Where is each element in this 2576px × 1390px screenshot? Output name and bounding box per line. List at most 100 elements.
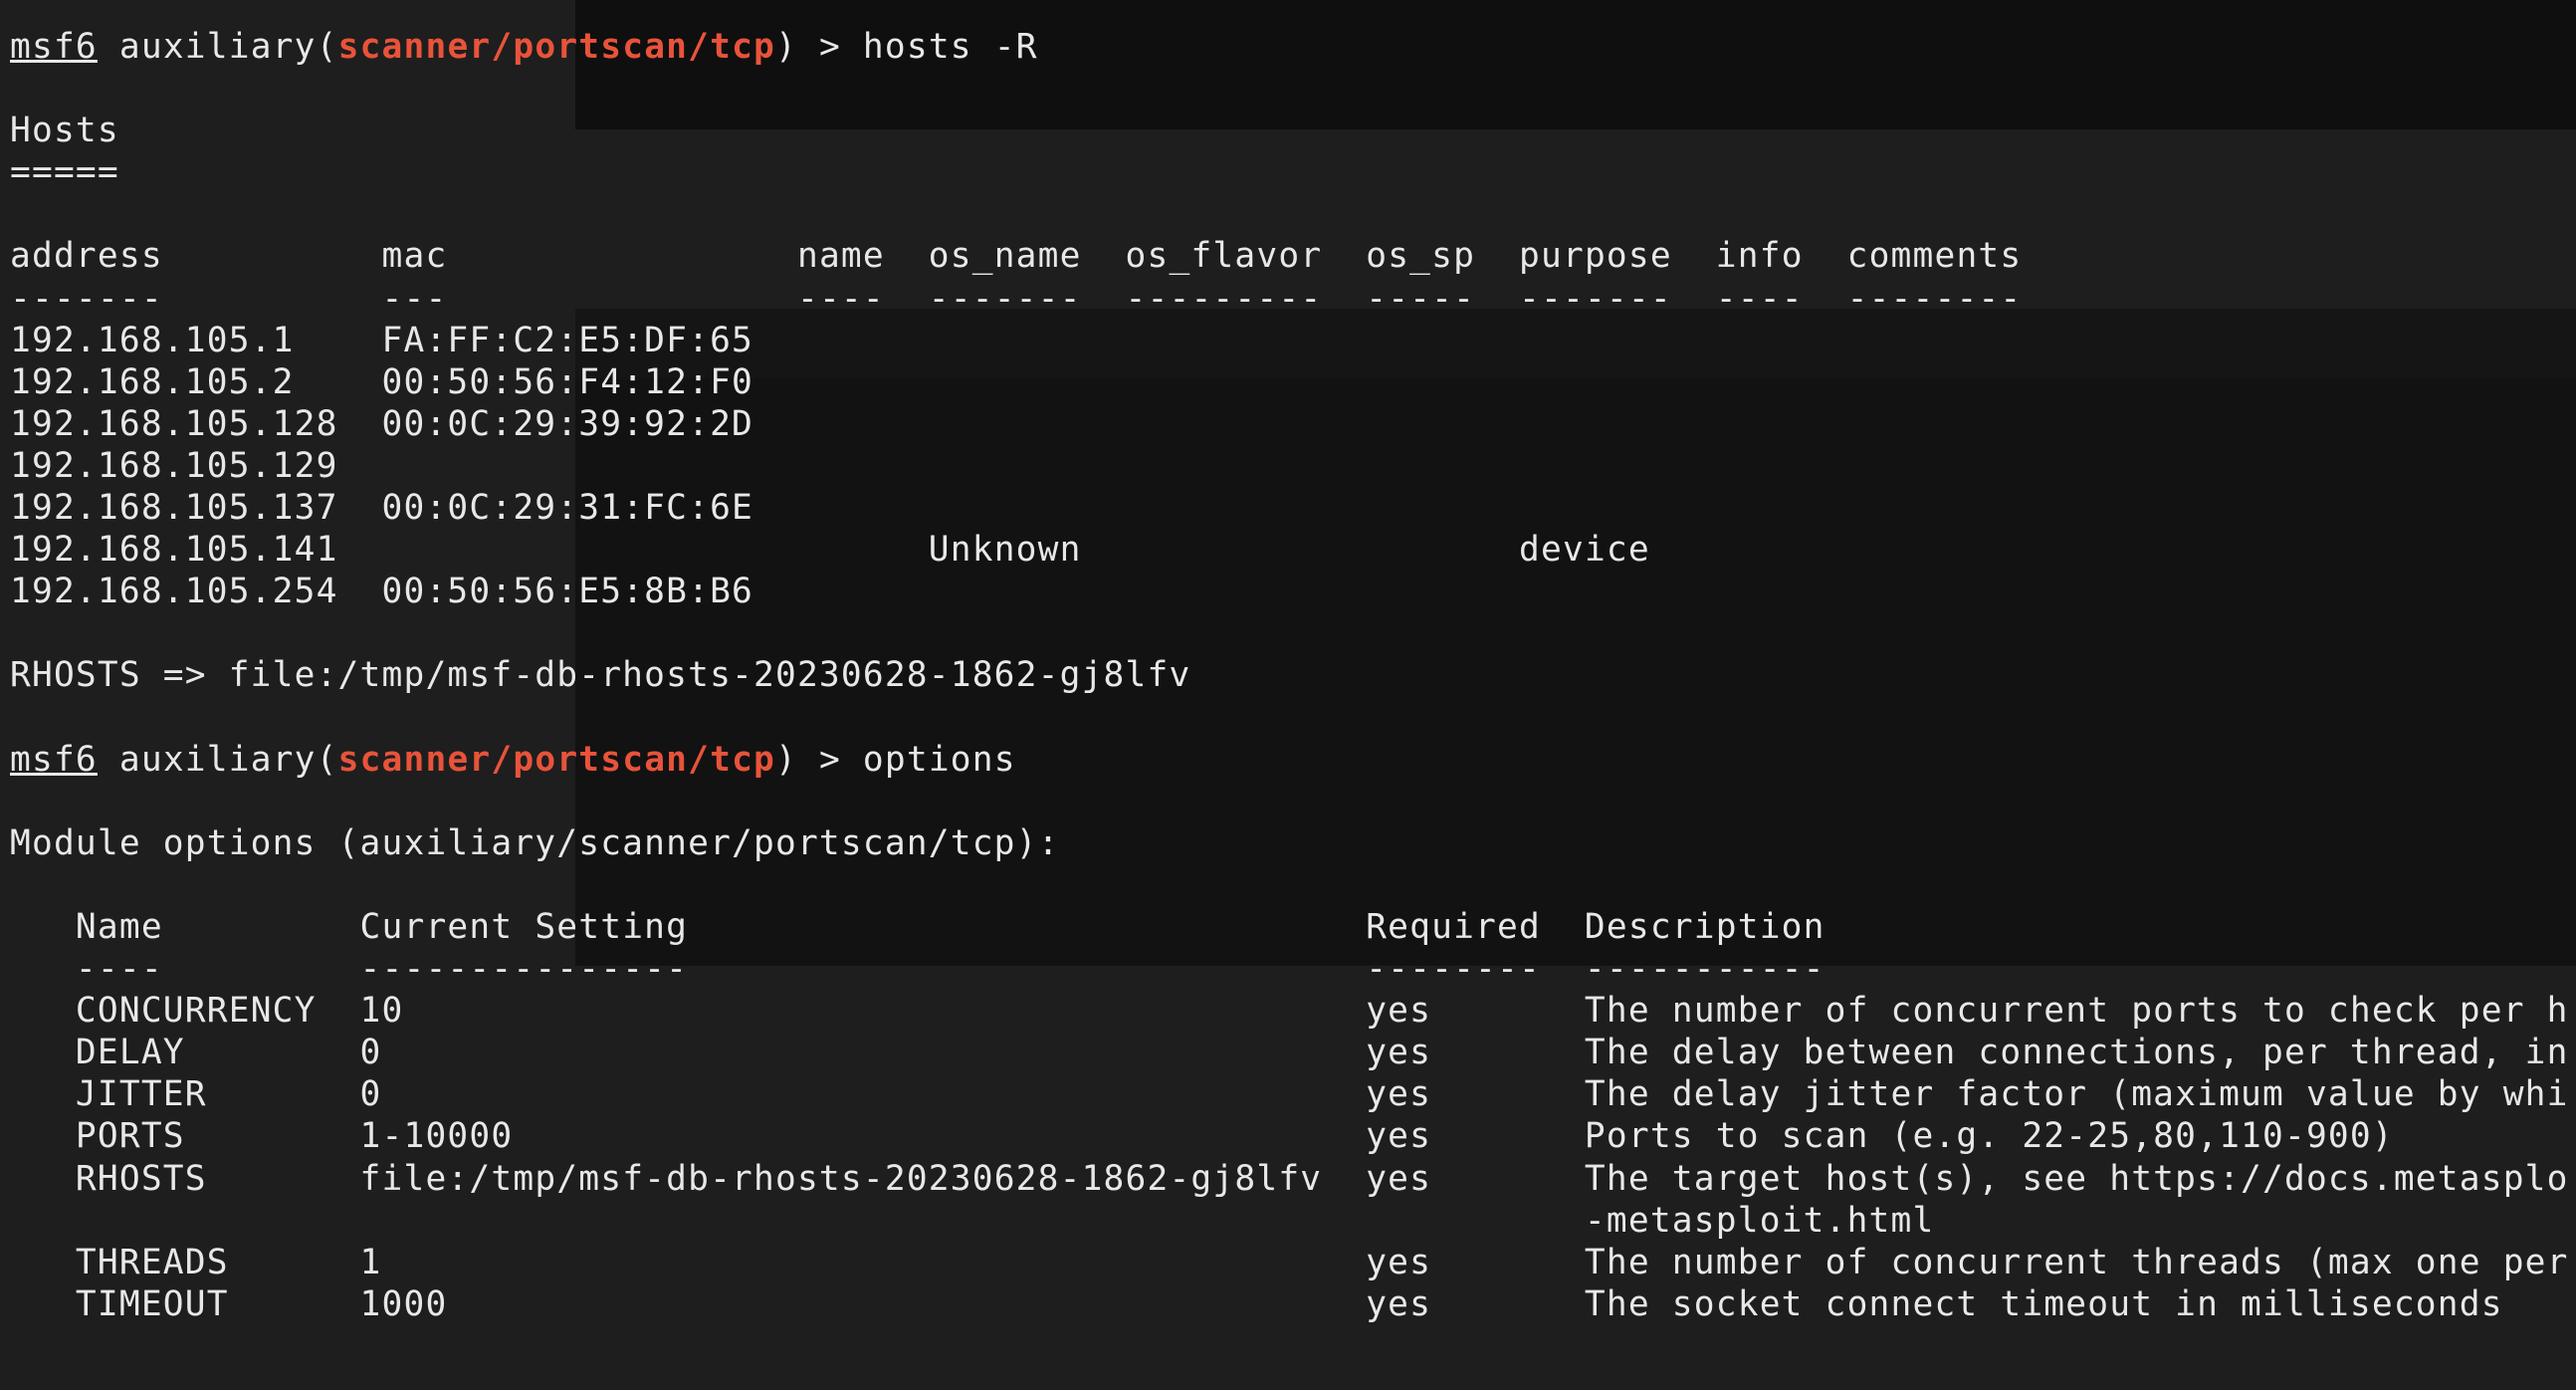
table-cell <box>382 446 797 486</box>
table-row: 192.168.105.141 Unknown device <box>10 529 2569 571</box>
hosts-title-underline: ===== <box>10 151 2569 193</box>
table-cell <box>1126 530 1367 570</box>
table-cell: yes <box>1366 1074 1585 1115</box>
table-row: 192.168.105.254 00:50:56:E5:8B:B6 <box>10 571 2569 612</box>
table-row: 192.168.105.2 00:50:56:F4:12:F0 <box>10 361 2569 403</box>
table-cell: The number of concurrent ports to check … <box>1584 991 2569 1032</box>
table-cell: RHOSTS <box>75 1158 360 1199</box>
table-cell: 192.168.105.254 <box>10 572 382 612</box>
table-cell: -metasploit.html <box>1584 1200 1935 1241</box>
table-cell: 192.168.105.128 <box>10 403 382 444</box>
table-cell <box>1519 446 1716 486</box>
table-cell <box>1366 1201 1585 1241</box>
rhosts-text: RHOSTS => file:/tmp/msf-db-rhosts-202306… <box>10 655 1191 696</box>
table-cell <box>1126 488 1367 528</box>
table-row: JITTER 0 yes The delay jitter factor (ma… <box>10 1073 2569 1115</box>
table-cell: -------- <box>1366 949 1585 990</box>
prompt-app: msf6 <box>10 739 98 780</box>
table-cell <box>1716 446 1847 486</box>
hosts-title: Hosts <box>10 110 2569 151</box>
table-cell: --------- <box>1125 278 1367 319</box>
command-text: hosts -R <box>862 27 1038 67</box>
table-cell: os_name <box>928 236 1126 277</box>
table-cell: 10 <box>359 991 1367 1032</box>
table-row: THREADS 1 yes The number of concurrent t… <box>10 1242 2569 1283</box>
table-cell: FA:FF:C2:E5:DF:65 <box>381 320 797 360</box>
table-cell: Name <box>75 906 360 947</box>
table-cell <box>1519 572 1716 611</box>
table-cell: yes <box>1366 1158 1585 1199</box>
table-cell: The delay between connections, per threa… <box>1584 1033 2569 1073</box>
hosts-underline-text: ===== <box>10 152 119 193</box>
prompt-module: scanner/portscan/tcp <box>337 739 776 780</box>
table-cell <box>1126 446 1367 486</box>
table-cell: Description <box>1584 906 1825 947</box>
table-cell: -------- <box>1846 278 2023 319</box>
table-cell: yes <box>1366 991 1585 1032</box>
table-cell: ---- <box>75 949 360 990</box>
table-cell: 1 <box>359 1242 1367 1282</box>
table-cell: ---- <box>1715 278 1847 319</box>
table-cell: yes <box>1366 1283 1585 1324</box>
table-cell <box>797 572 929 611</box>
table-cell <box>1366 321 1519 360</box>
table-row: PORTS 1-10000 yes Ports to scan (e.g. 22… <box>10 1115 2569 1157</box>
table-cell: yes <box>1366 1242 1585 1282</box>
prompt-context: auxiliary <box>118 27 317 67</box>
prompt-app: msf6 <box>10 27 98 67</box>
table-cell: name <box>796 236 929 277</box>
prompt-line: msf6 auxiliary(scanner/portscan/tcp) > o… <box>10 739 1016 780</box>
table-cell <box>797 488 929 528</box>
table-cell: Ports to scan (e.g. 22-25,80,110-900) <box>1584 1116 2394 1157</box>
command-text: options <box>862 739 1016 780</box>
table-cell <box>1366 488 1519 528</box>
table-cell <box>1126 572 1367 611</box>
table-cell: CONCURRENCY <box>75 991 360 1032</box>
hosts-header-underline: ------- --- ---- ------- --------- -----… <box>10 278 2569 320</box>
table-cell: 1000 <box>359 1283 1367 1324</box>
table-cell <box>1366 362 1519 402</box>
table-cell: ----- <box>1366 278 1520 319</box>
table-cell: 192.168.105.129 <box>10 445 382 486</box>
table-cell <box>1366 404 1519 444</box>
table-cell: purpose <box>1519 236 1716 277</box>
table-row: TIMEOUT 1000 yes The socket connect time… <box>10 1283 2569 1325</box>
table-cell <box>929 446 1126 486</box>
table-cell: Unknown <box>928 530 1126 571</box>
table-cell <box>76 1201 360 1241</box>
table-cell <box>929 362 1126 402</box>
table-cell: TIMEOUT <box>75 1283 360 1324</box>
table-cell <box>797 321 929 360</box>
table-cell: 192.168.105.1 <box>10 320 382 360</box>
terminal-window[interactable]: msf6 auxiliary(scanner/portscan/tcp) > h… <box>0 0 2576 1390</box>
table-cell: 00:50:56:F4:12:F0 <box>381 361 797 402</box>
table-cell <box>797 530 929 570</box>
prompt-line: msf6 auxiliary(scanner/portscan/tcp) > h… <box>10 27 1038 67</box>
terminal-output: msf6 auxiliary(scanner/portscan/tcp) > h… <box>10 26 2569 1325</box>
table-cell: 00:0C:29:31:FC:6E <box>381 488 797 529</box>
table-cell <box>1126 404 1367 444</box>
table-cell <box>929 404 1126 444</box>
table-cell <box>1519 404 1716 444</box>
prompt-module: scanner/portscan/tcp <box>337 27 776 67</box>
table-cell: device <box>1519 530 1716 571</box>
table-cell: DELAY <box>75 1033 360 1073</box>
table-cell: ------- <box>928 278 1126 319</box>
table-cell: comments <box>1846 236 2023 277</box>
table-cell <box>1716 321 1847 360</box>
table-cell <box>797 404 929 444</box>
table-cell <box>929 572 1126 611</box>
table-row: DELAY 0 yes The delay between connection… <box>10 1032 2569 1073</box>
table-cell <box>1519 362 1716 402</box>
table-row: 192.168.105.1 FA:FF:C2:E5:DF:65 <box>10 320 2569 361</box>
table-cell <box>382 530 797 570</box>
table-cell: file:/tmp/msf-db-rhosts-20230628-1862-gj… <box>359 1158 1367 1199</box>
table-row: RHOSTS file:/tmp/msf-db-rhosts-20230628-… <box>10 1158 2569 1200</box>
table-cell <box>1716 530 1847 570</box>
table-cell <box>1366 530 1519 570</box>
table-cell: 0 <box>359 1074 1367 1115</box>
